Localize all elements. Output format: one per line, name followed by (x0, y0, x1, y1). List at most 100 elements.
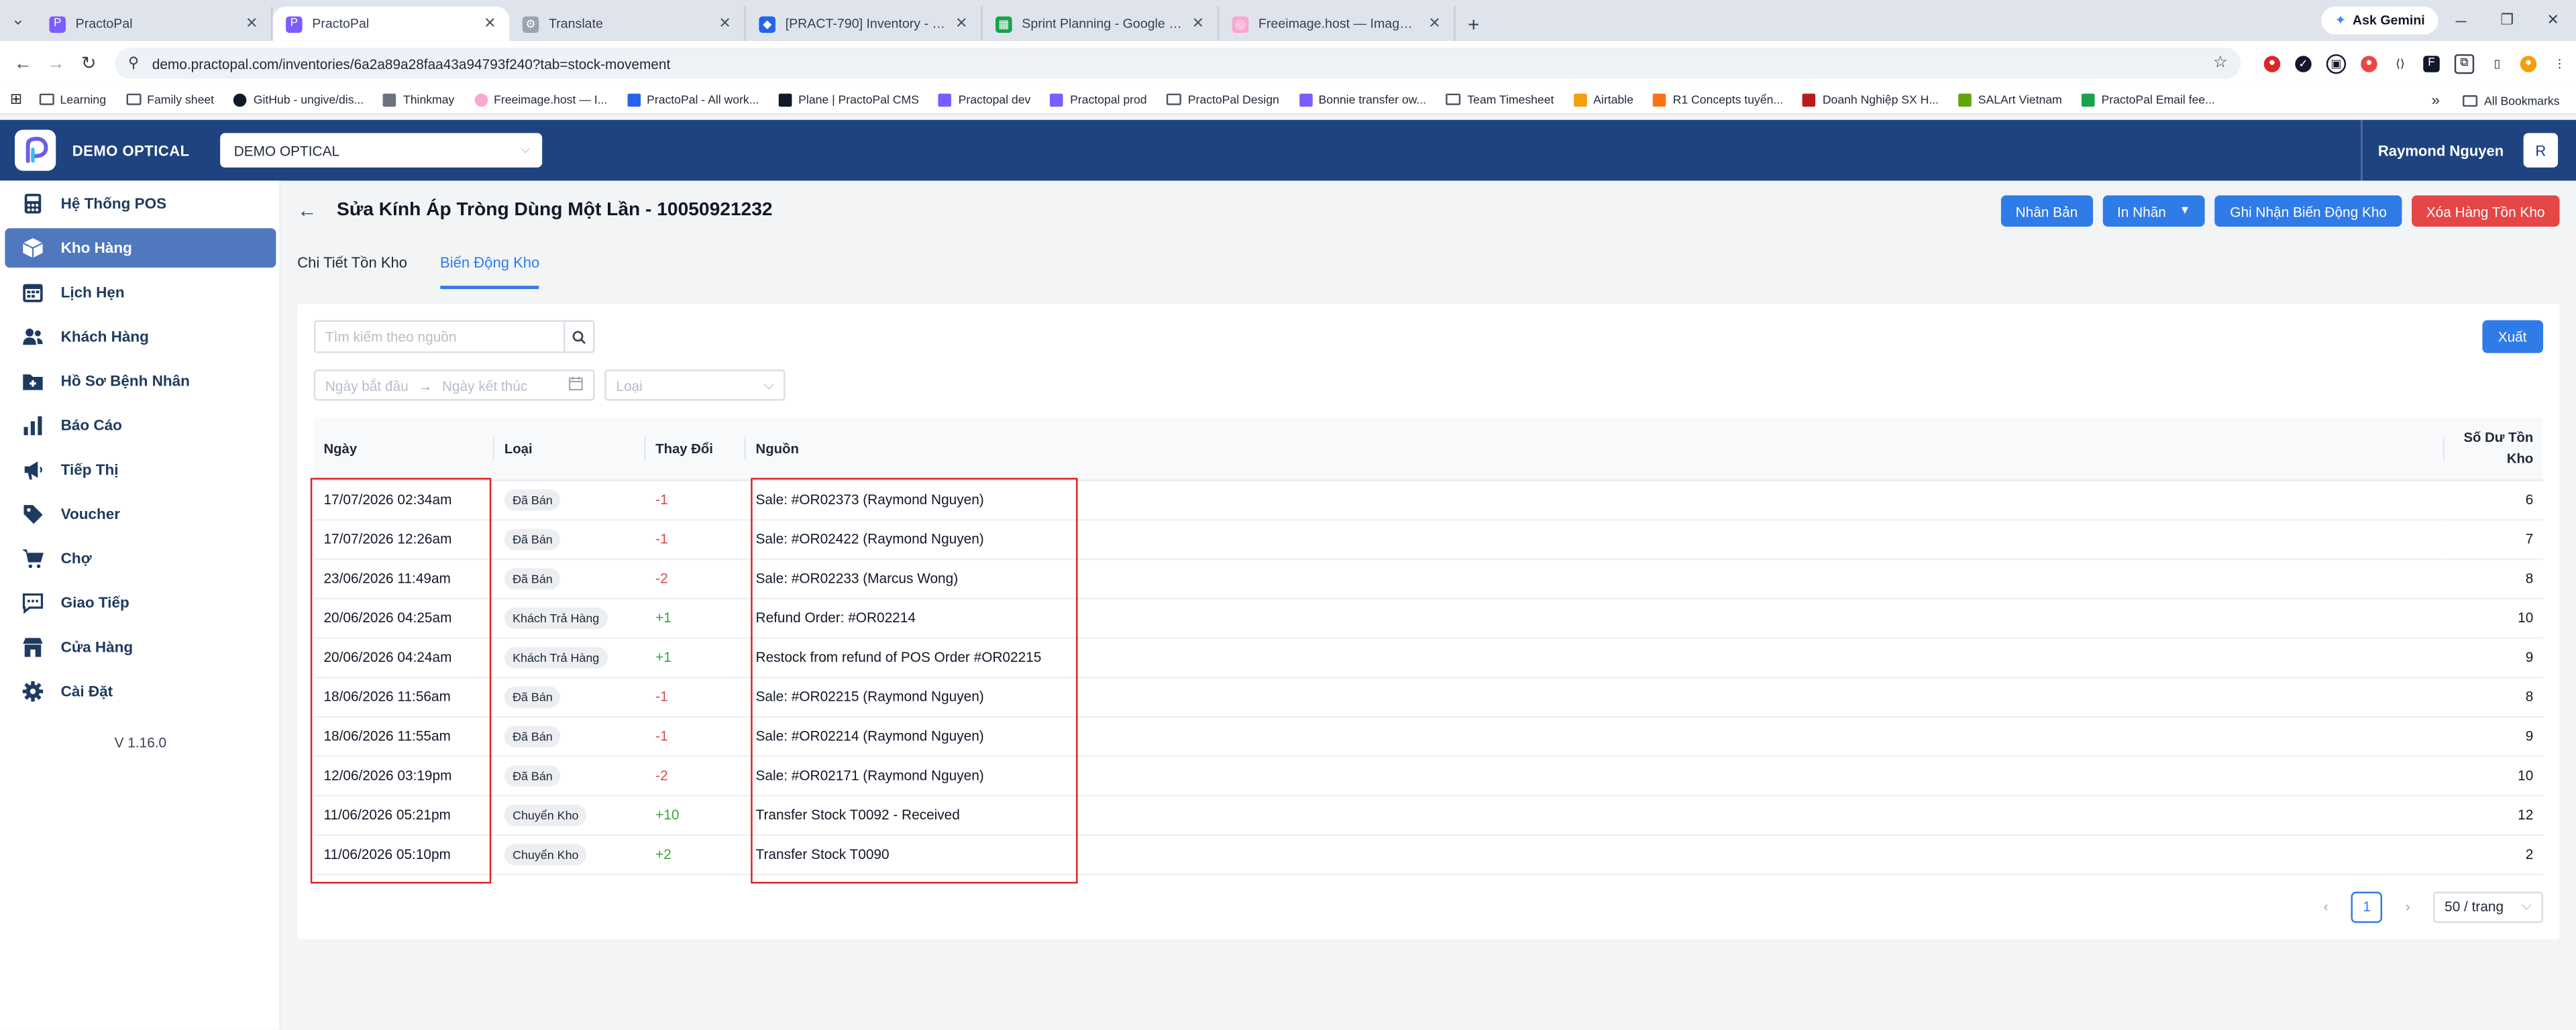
apps-grid-icon[interactable]: ⊞ (10, 91, 22, 109)
table-row: 23/06/2026 11:49am Đã Bán -2 Sale: #OR02233… (313, 558, 2544, 599)
tab-stock-details[interactable]: Chi Tiết Tồn Kho (297, 249, 407, 289)
bookmark-item[interactable]: Practopal prod (1050, 92, 1147, 107)
type-cell: Đã Bán (494, 558, 646, 599)
sidebar-item-market[interactable]: Chợ (5, 538, 276, 578)
next-page-icon[interactable]: › (2406, 899, 2410, 915)
extension-icon[interactable]: ● (2361, 55, 2377, 72)
page-size-select[interactable]: 50 / trang ⌵ (2432, 891, 2544, 923)
sidebar-item-label: Lịch Hẹn (60, 284, 125, 301)
browser-tab[interactable]: ⚙ Translate ✕ (509, 6, 746, 42)
record-stock-movement-button[interactable]: Ghi Nhận Biến Động Kho (2215, 195, 2402, 227)
practopal-favicon-icon: P (286, 15, 303, 32)
close-icon[interactable]: ✕ (1428, 15, 1440, 33)
bookmark-item[interactable]: Thinkmay (383, 92, 454, 107)
export-button[interactable]: Xuất (2481, 320, 2544, 353)
split-view-icon[interactable]: ▯ (2489, 55, 2506, 72)
sidebar-item-settings[interactable]: Cài Đặt (5, 672, 276, 711)
page-number-button[interactable]: 1 (2351, 891, 2383, 923)
bookmark-label: Practopal dev (958, 92, 1031, 107)
bookmark-item[interactable]: PractoPal Design (1166, 92, 1279, 107)
duplicate-button[interactable]: Nhân Bản (2000, 195, 2093, 227)
bookmark-item[interactable]: Practopal dev (938, 92, 1030, 107)
sidebar-item-label: Kho Hàng (60, 239, 132, 257)
source-cell: Sale: #OR02215 (Raymond Nguyen) (745, 676, 2445, 717)
all-bookmarks[interactable]: All Bookmarks (2463, 93, 2560, 107)
search-button[interactable] (564, 320, 595, 353)
delete-stock-button[interactable]: Xóa Hàng Tồn Kho (2411, 195, 2560, 227)
code-icon[interactable]: ⟨⟩ (2392, 55, 2409, 72)
print-label-button[interactable]: In Nhãn ▼ (2102, 195, 2206, 227)
type-filter-select[interactable]: Loại ⌵ (604, 369, 786, 401)
sidebar-item-voucher[interactable]: Voucher (5, 494, 276, 534)
org-select[interactable]: DEMO OPTICAL ⌵ (221, 133, 543, 168)
avatar[interactable]: R (2523, 133, 2559, 168)
profile-avatar-icon[interactable]: ● (2520, 55, 2537, 72)
search-input[interactable] (313, 320, 564, 353)
folder-icon (125, 93, 141, 105)
bookmark-item[interactable]: Learning (38, 92, 106, 107)
site-info-icon[interactable]: ⚲ (128, 54, 139, 72)
sidebar-item-pos[interactable]: Hệ Thống POS (5, 184, 276, 223)
table-row: 18/06/2026 11:56am Đã Bán -1 Sale: #OR02215… (313, 676, 2544, 717)
close-icon[interactable]: ✕ (718, 15, 731, 33)
bookmark-item[interactable]: Team Timesheet (1446, 92, 1554, 107)
date-range-picker[interactable]: Ngày bắt đầu → Ngày kết thúc (313, 369, 595, 401)
bookmark-item[interactable]: Doanh Nghiệp SX H... (1803, 92, 1939, 107)
change-cell: +1 (645, 597, 746, 638)
bookmark-item[interactable]: Plane | PractoPal CMS (778, 92, 919, 107)
bookmark-item[interactable]: PractoPal Email fee... (2082, 92, 2215, 107)
new-tab-icon[interactable]: + (1456, 7, 1492, 41)
bookmark-item[interactable]: PractoPal - All work... (627, 92, 759, 107)
url-field[interactable]: ⚲ demo.practopal.com/inventories/6a2a89a… (115, 48, 2241, 79)
screen-capture-icon[interactable]: ▣ (2326, 53, 2347, 73)
reload-icon[interactable]: ↻ (72, 52, 105, 74)
prev-page-icon[interactable]: ‹ (2324, 899, 2328, 915)
sidebar-item-reports[interactable]: Báo Cáo (5, 406, 276, 445)
minimize-icon[interactable]: ─ (2438, 12, 2484, 28)
bookmark-item[interactable]: R1 Concepts tuyển... (1653, 92, 1783, 107)
practopal-logo-icon[interactable] (15, 129, 56, 171)
bookmark-item[interactable]: GitHub - ungive/dis... (233, 92, 364, 107)
freeimage-favicon-icon: ◎ (1232, 15, 1249, 32)
menu-kebab-icon[interactable]: ⋮ (2551, 55, 2568, 72)
sidebar-item-customers[interactable]: Khách Hàng (5, 317, 276, 357)
more-bookmarks-icon[interactable]: » (2432, 92, 2440, 108)
tab-stock-movement[interactable]: Biến Động Kho (440, 249, 540, 290)
sidebar-item-inventory[interactable]: Kho Hàng (5, 228, 276, 268)
bookmark-item[interactable]: Bonnie transfer ow... (1299, 92, 1426, 107)
close-icon[interactable]: ✕ (484, 15, 496, 33)
browser-tab[interactable]: ◎ Freeimage.host — Image Hosting ✕ (1219, 6, 1456, 42)
bookmark-item[interactable]: Airtable (1573, 92, 1633, 107)
close-window-icon[interactable]: ✕ (2530, 11, 2576, 30)
extension-icon[interactable]: ● (2263, 55, 2281, 72)
bookmark-item[interactable]: SALArt Vietnam (1958, 92, 2062, 107)
bookmark-star-icon[interactable]: ☆ (2213, 54, 2228, 72)
bookmark-item[interactable]: Family sheet (125, 92, 214, 107)
back-arrow-icon[interactable]: ← (297, 198, 323, 221)
user-menu[interactable]: Raymond Nguyen R (2361, 119, 2576, 181)
forward-icon[interactable]: → (40, 54, 72, 73)
puzzle-icon[interactable]: ⧉ (2454, 53, 2475, 73)
bookmark-label: PractoPal Design (1187, 92, 1279, 107)
close-icon[interactable]: ✕ (246, 15, 258, 33)
ask-gemini-button[interactable]: ✦ Ask Gemini (2322, 6, 2438, 35)
maximize-icon[interactable]: ❐ (2484, 11, 2530, 30)
browser-tab[interactable]: P PractoPal ✕ (36, 6, 273, 42)
export-label: Xuất (2498, 328, 2527, 345)
fd-extension-icon[interactable]: F (2423, 55, 2440, 72)
tab-search-icon[interactable]: ⌄ (0, 0, 36, 41)
sidebar-item-marketing[interactable]: Tiếp Thị (5, 450, 276, 490)
browser-tab[interactable]: ▦ Sprint Planning - Google Sheets ✕ (983, 6, 1220, 42)
browser-tab-active[interactable]: P PractoPal ✕ (272, 6, 510, 42)
sidebar-item-communication[interactable]: Giao Tiếp (5, 583, 276, 622)
bookmark-item[interactable]: Freeimage.host — I... (474, 92, 607, 107)
browser-tab[interactable]: ◆ [PRACT-790] Inventory - Vietnam ✕ (746, 6, 983, 42)
sidebar-item-stores[interactable]: Cửa Hàng (5, 628, 276, 667)
org-name: DEMO OPTICAL (72, 141, 190, 159)
back-icon[interactable]: ← (7, 54, 40, 73)
close-icon[interactable]: ✕ (1192, 15, 1204, 33)
sidebar-item-patient-records[interactable]: Hồ Sơ Bệnh Nhân (5, 361, 276, 401)
extension-check-icon[interactable]: ✓ (2295, 55, 2312, 72)
sidebar-item-appointments[interactable]: Lịch Hẹn (5, 273, 276, 312)
close-icon[interactable]: ✕ (955, 15, 967, 33)
